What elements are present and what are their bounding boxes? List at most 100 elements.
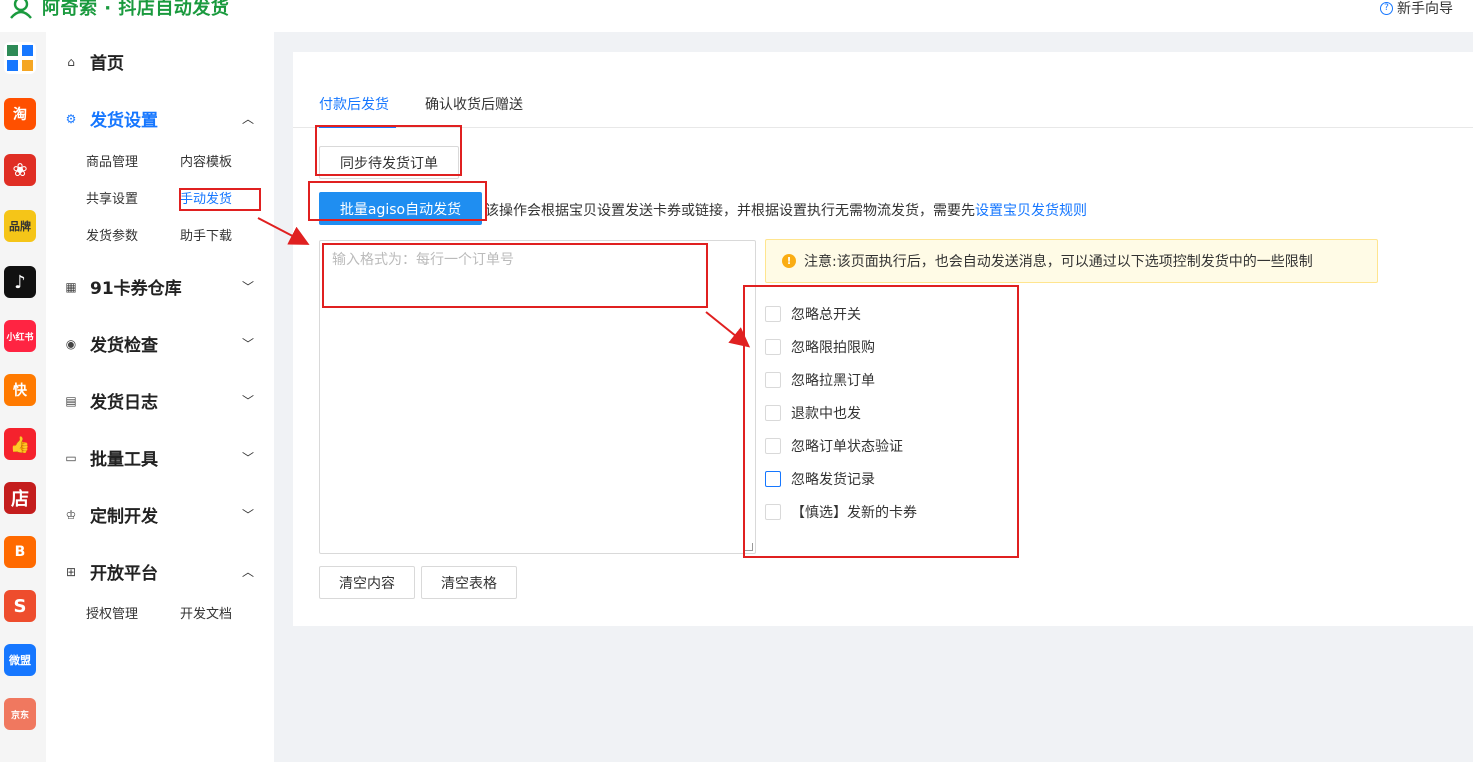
warning-icon: !: [782, 254, 796, 268]
ship-tabs: 付款后发货 确认收货后赠送: [319, 94, 523, 114]
sidebar-item-log[interactable]: ▤ 发货日志: [64, 388, 158, 413]
chevron-up-icon[interactable]: ︿: [242, 563, 254, 580]
platform-fenxiang-icon[interactable]: 品牌: [4, 210, 36, 242]
option-label: 忽略限拍限购: [791, 340, 875, 356]
app-logo[interactable]: 阿奇索 · 抖店自动发货: [8, 0, 229, 20]
checkbox[interactable]: [765, 504, 781, 520]
help-circle-icon: ?: [1380, 1, 1393, 15]
platform-shopee-icon[interactable]: S: [4, 590, 36, 622]
option-label: 忽略订单状态验证: [791, 439, 903, 455]
platform-jd-icon[interactable]: 京东: [4, 698, 36, 730]
sidebar-sub-manual-ship[interactable]: 手动发货: [180, 188, 232, 207]
option-label: 忽略拉黑订单: [791, 373, 875, 389]
textarea-placeholder: 输入格式为：每行一个订单号: [332, 252, 514, 268]
batch-auto-ship-button[interactable]: 批量agiso自动发货: [319, 192, 482, 225]
platform-grid-app-icon[interactable]: [4, 42, 36, 74]
clear-table-button[interactable]: 清空表格: [421, 566, 517, 599]
option-label: 退款中也发: [791, 406, 861, 422]
tab-divider: [293, 127, 1473, 128]
gear-icon: ⚙: [65, 111, 77, 126]
crown-icon: ♔: [65, 507, 77, 522]
platform-shopping-bag-icon[interactable]: B: [4, 536, 36, 568]
top-header: 阿奇索 · 抖店自动发货 ? 新手向导: [0, 0, 1473, 32]
sidebar-item-fahuo-settings[interactable]: ⚙ 发货设置: [64, 106, 158, 131]
platform-pinduoduo-icon[interactable]: ❀: [4, 154, 36, 186]
platform-weimeng-icon[interactable]: 微盟: [4, 644, 36, 676]
tab-after-confirm[interactable]: 确认收货后赠送: [425, 94, 523, 114]
checkbox[interactable]: [765, 339, 781, 355]
sidebar-item-kaquan[interactable]: ▦ 91卡券仓库: [64, 274, 182, 299]
set-ship-rule-link[interactable]: 设置宝贝发货规则: [975, 203, 1087, 219]
chevron-down-icon[interactable]: ﹀: [242, 335, 254, 352]
notice-text: 注意:该页面执行后，也会自动发送消息，可以通过以下选项控制发货中的一些限制: [804, 254, 1313, 270]
option-ignore-blacklist[interactable]: 忽略拉黑订单: [765, 370, 875, 390]
sidebar-item-open-platform[interactable]: ⊞ 开放平台: [64, 559, 158, 584]
sidebar-item-label: 开放平台: [90, 564, 158, 584]
platform-douyin-icon[interactable]: ♪: [4, 266, 36, 298]
checkbox[interactable]: [765, 306, 781, 322]
sidebar-item-label: 定制开发: [90, 507, 158, 527]
sidebar-sub-ship-params[interactable]: 发货参数: [86, 225, 138, 244]
resize-grip-icon[interactable]: [745, 543, 753, 551]
chevron-down-icon[interactable]: ﹀: [242, 449, 254, 466]
sidebar: ⌂ 首页 ⚙ 发货设置 ︿ 商品管理 内容模板 共享设置 手动发货 发货参数 助…: [46, 32, 274, 762]
sidebar-item-label: 发货检查: [90, 336, 158, 356]
sidebar-sub-auth-manage[interactable]: 授权管理: [86, 603, 138, 622]
document-icon: ▤: [65, 393, 77, 408]
option-ignore-master-switch[interactable]: 忽略总开关: [765, 304, 861, 324]
sidebar-item-label: 首页: [90, 54, 124, 74]
agiso-logo-icon: [10, 0, 32, 19]
sidebar-sub-product-manage[interactable]: 商品管理: [86, 151, 138, 170]
sidebar-item-label: 发货日志: [90, 393, 158, 413]
sidebar-item-label: 发货设置: [90, 111, 158, 131]
chevron-down-icon[interactable]: ﹀: [242, 392, 254, 409]
ship-description: 该操作会根据宝贝设置发送卡券或链接，并根据设置执行无需物流发货，需要先设置宝贝发…: [485, 200, 1087, 220]
sidebar-item-check[interactable]: ◉ 发货检查: [64, 331, 158, 356]
platform-xiaohongshu-icon[interactable]: 小红书: [4, 320, 36, 352]
qrcode-icon: ▦: [65, 279, 77, 294]
option-send-new-coupon[interactable]: 【慎选】发新的卡券: [765, 502, 917, 522]
sidebar-item-custom[interactable]: ♔ 定制开发: [64, 502, 158, 527]
checkbox[interactable]: [765, 438, 781, 454]
option-label: 忽略发货记录: [791, 472, 875, 488]
sidebar-sub-content-template[interactable]: 内容模板: [180, 151, 232, 170]
sidebar-sub-helper-download[interactable]: 助手下载: [180, 225, 232, 244]
option-label: 【慎选】发新的卡券: [791, 505, 917, 521]
platform-taobao-icon[interactable]: 淘: [4, 98, 36, 130]
chevron-up-icon[interactable]: ︿: [242, 110, 254, 127]
chevron-down-icon[interactable]: ﹀: [242, 278, 254, 295]
guide-label: 新手向导: [1397, 1, 1453, 17]
sidebar-item-label: 91卡券仓库: [90, 279, 182, 299]
platform-thumbs-up-icon[interactable]: 👍: [4, 428, 36, 460]
sidebar-sub-share-settings[interactable]: 共享设置: [86, 188, 138, 207]
checkbox[interactable]: [765, 471, 781, 487]
clear-content-button[interactable]: 清空内容: [319, 566, 415, 599]
home-icon: ⌂: [67, 54, 75, 69]
sidebar-item-label: 批量工具: [90, 450, 158, 470]
app-title: 阿奇索 · 抖店自动发货: [42, 0, 230, 19]
sidebar-item-home[interactable]: ⌂ 首页: [64, 49, 124, 74]
option-ignore-ship-record[interactable]: 忽略发货记录: [765, 469, 875, 489]
option-ship-during-refund[interactable]: 退款中也发: [765, 403, 861, 423]
tab-after-payment[interactable]: 付款后发货: [319, 94, 389, 114]
sidebar-item-batch[interactable]: ▭ 批量工具: [64, 445, 158, 470]
order-number-textarea[interactable]: 输入格式为：每行一个订单号: [319, 240, 756, 554]
shield-check-icon: ◉: [65, 336, 77, 351]
option-ignore-purchase-limit[interactable]: 忽略限拍限购: [765, 337, 875, 357]
checkbox[interactable]: [765, 405, 781, 421]
beginner-guide-link[interactable]: ? 新手向导: [1380, 0, 1453, 18]
option-ignore-status-check[interactable]: 忽略订单状态验证: [765, 436, 903, 456]
notice-banner: ! 注意:该页面执行后，也会自动发送消息，可以通过以下选项控制发货中的一些限制: [765, 239, 1378, 283]
grid-app-icon: [7, 45, 33, 71]
tab-active-indicator: [319, 126, 396, 128]
manual-ship-panel: 付款后发货 确认收货后赠送 同步待发货订单 批量agiso自动发货 该操作会根据…: [293, 52, 1473, 626]
chevron-down-icon[interactable]: ﹀: [242, 506, 254, 523]
printer-icon: ▭: [65, 450, 77, 465]
description-text: 该操作会根据宝贝设置发送卡券或链接，并根据设置执行无需物流发货，需要先: [485, 203, 975, 219]
sync-orders-button[interactable]: 同步待发货订单: [319, 146, 459, 179]
platform-dian-icon[interactable]: 店: [4, 482, 36, 514]
platform-kuaishou-icon[interactable]: 快: [4, 374, 36, 406]
checkbox[interactable]: [765, 372, 781, 388]
sidebar-sub-dev-docs[interactable]: 开发文档: [180, 603, 232, 622]
option-label: 忽略总开关: [791, 307, 861, 323]
